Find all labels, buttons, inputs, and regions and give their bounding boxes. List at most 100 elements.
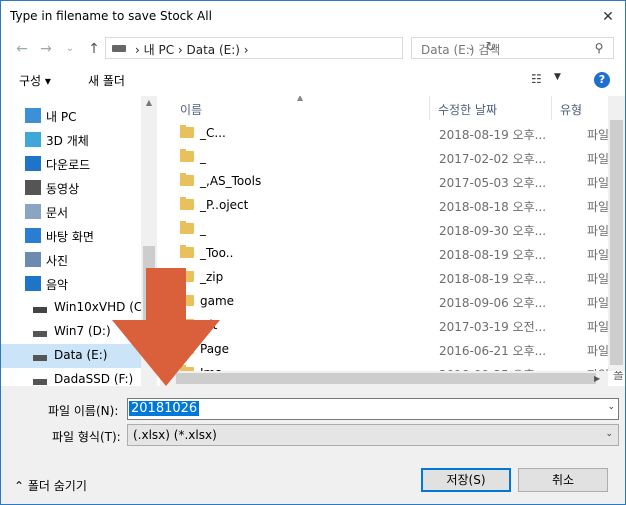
chevron-down-icon[interactable]: ⌄ xyxy=(605,429,613,439)
file-date: 2018-08-19 오후... xyxy=(439,128,547,142)
file-row[interactable]: game2018-09-06 오후...파일 폴더 xyxy=(170,290,625,314)
file-date: 2018-08-18 오후... xyxy=(439,200,547,214)
arrow-down-icon xyxy=(112,268,220,386)
new-folder-button[interactable]: 새 폴더 xyxy=(88,72,125,89)
file-name: _,AS_Tools xyxy=(200,174,262,188)
file-row[interactable]: _P..oject2018-08-18 오후...파일 폴더 xyxy=(170,194,625,218)
sidebar-item-label: 3D 개체 xyxy=(46,134,89,148)
column-modified-label: 수정한 날짜 xyxy=(438,103,498,117)
file-date: 2017-05-03 오후... xyxy=(439,176,547,190)
3d-objects-icon xyxy=(25,132,41,147)
file-name: _P..oject xyxy=(200,198,249,212)
vertical-scrollbar-thumb[interactable] xyxy=(610,120,623,365)
save-button[interactable]: 저장(S) xyxy=(421,468,511,492)
file-name: _ xyxy=(200,150,206,164)
drive-icon xyxy=(33,307,47,313)
sidebar-item[interactable]: 바탕 화면 xyxy=(1,224,141,248)
file-row[interactable]: _zip2018-08-19 오후...파일 폴더 xyxy=(170,266,625,290)
search-input[interactable]: Data (E:) 검색 ⚲ xyxy=(411,37,614,59)
filename-label: 파일 이름(N): xyxy=(48,404,119,418)
file-row[interactable]: Git2017-03-19 오전...파일 폴더 xyxy=(170,314,625,338)
column-name-label: 이름 xyxy=(180,103,203,117)
folder-icon xyxy=(180,125,194,138)
sidebar-item-label: 음악 xyxy=(46,278,69,292)
sidebar-item-label: 바탕 화면 xyxy=(46,230,94,244)
horizontal-scrollbar-thumb[interactable] xyxy=(176,373,596,384)
hide-folders-button[interactable]: ⌃ 폴더 숨기기 xyxy=(14,477,87,494)
sidebar-item[interactable]: 내 PC xyxy=(1,104,141,128)
forward-icon[interactable]: → xyxy=(36,38,56,60)
sidebar-item-label: 문서 xyxy=(46,206,69,220)
drive-icon xyxy=(112,45,126,52)
file-date: 2018-09-06 오후... xyxy=(439,296,547,310)
file-date: 2018-09-30 오후... xyxy=(439,224,547,238)
scroll-right-icon[interactable]: ▶ xyxy=(594,371,606,386)
sidebar-item-label: 사진 xyxy=(46,254,69,268)
filename-value[interactable]: 20181026 xyxy=(129,401,200,416)
sidebar-item-label: 내 PC xyxy=(46,110,77,124)
file-row[interactable]: _2018-09-30 오후...파일 폴더 xyxy=(170,218,625,242)
file-row[interactable]: _2017-02-02 오후...파일 폴더 xyxy=(170,146,625,170)
sort-up-icon: ▲ xyxy=(297,96,304,102)
view-options-icon[interactable]: ☷ xyxy=(531,72,547,86)
chevron-down-icon[interactable]: ▼ xyxy=(554,72,561,82)
up-icon[interactable]: ↑ xyxy=(84,38,104,60)
desktop-icon xyxy=(25,228,41,243)
file-row[interactable]: _Too..2018-08-19 오후...파일 폴더 xyxy=(170,242,625,266)
search-icon[interactable]: ⚲ xyxy=(591,40,607,56)
sidebar-item-label: 동영상 xyxy=(46,182,80,196)
file-date: 2016-06-21 오후... xyxy=(439,344,547,358)
drive-icon xyxy=(33,331,47,337)
file-row[interactable]: Page2016-06-21 오후...파일 폴더 xyxy=(170,338,625,362)
drive-icon xyxy=(33,379,47,385)
folder-icon xyxy=(180,149,194,162)
file-row[interactable]: _C...2018-08-19 오후...파일 폴더 xyxy=(170,122,625,146)
back-icon[interactable]: ← xyxy=(12,38,32,60)
scroll-up-icon[interactable]: ▲ xyxy=(141,98,157,110)
document-icon xyxy=(25,204,41,219)
file-name: _ xyxy=(200,222,206,236)
sidebar-item-label: 다운로드 xyxy=(46,158,91,172)
video-icon xyxy=(25,180,41,195)
folder-icon xyxy=(180,245,194,258)
cancel-button[interactable]: 취소 xyxy=(518,468,608,492)
pictures-icon xyxy=(25,252,41,267)
help-icon[interactable]: ? xyxy=(594,72,610,88)
file-date: 2018-08-19 오후... xyxy=(439,248,547,262)
file-name: _Too.. xyxy=(200,246,234,260)
music-icon xyxy=(25,276,41,291)
column-header-modified[interactable]: 수정한 날짜 xyxy=(430,96,552,120)
toolbar: 구성 ▾ 새 폴더 ☷ ▼ ? xyxy=(1,64,625,96)
drive-icon xyxy=(33,355,47,361)
folder-icon xyxy=(180,197,194,210)
sidebar-item[interactable]: 다운로드 xyxy=(1,152,141,176)
sidebar-item-label: Win7 (D:) xyxy=(54,324,111,338)
filename-input[interactable]: 20181026 ⌄ xyxy=(127,398,619,420)
breadcrumb[interactable]: › 내 PC › Data (E:) › xyxy=(135,41,249,58)
file-row[interactable]: _,AS_Tools2017-05-03 오후...파일 폴더 xyxy=(170,170,625,194)
file-list: 이름 ▲ 수정한 날짜 유형 _C...2018-08-19 오후...파일 폴… xyxy=(160,96,625,386)
column-header-name[interactable]: 이름 ▲ xyxy=(160,96,430,120)
sidebar-item[interactable]: 문서 xyxy=(1,200,141,224)
pc-icon xyxy=(25,108,41,123)
chevron-down-icon[interactable]: ⌄ xyxy=(607,402,615,412)
title-bar: Type in filename to save Stock All ✕ xyxy=(0,0,626,32)
recent-locations-icon[interactable]: ⌄ xyxy=(60,38,80,60)
address-bar[interactable]: › 내 PC › Data (E:) › ⌄ ↻ xyxy=(105,37,496,59)
window-title: Type in filename to save Stock All xyxy=(10,9,212,23)
sidebar-item[interactable]: 동영상 xyxy=(1,176,141,200)
sidebar-item[interactable]: 3D 개체 xyxy=(1,128,141,152)
download-icon xyxy=(25,156,41,171)
file-date: 2017-03-19 오전... xyxy=(439,320,547,334)
organize-button[interactable]: 구성 ▾ xyxy=(19,72,51,89)
column-type-label: 유형 xyxy=(560,103,583,117)
sidebar-item-label: Data (E:) xyxy=(54,348,108,362)
file-date: 2018-08-19 오후... xyxy=(439,272,547,286)
close-icon[interactable]: ✕ xyxy=(597,6,619,28)
file-name: _C... xyxy=(200,126,226,140)
filetype-label: 파일 형식(T): xyxy=(52,430,121,444)
search-placeholder: Data (E:) 검색 xyxy=(421,43,501,57)
file-date: 2017-02-02 오후... xyxy=(439,152,547,166)
folder-icon xyxy=(180,173,194,186)
filetype-select[interactable]: (.xlsx) (*.xlsx) ⌄ xyxy=(127,424,619,446)
